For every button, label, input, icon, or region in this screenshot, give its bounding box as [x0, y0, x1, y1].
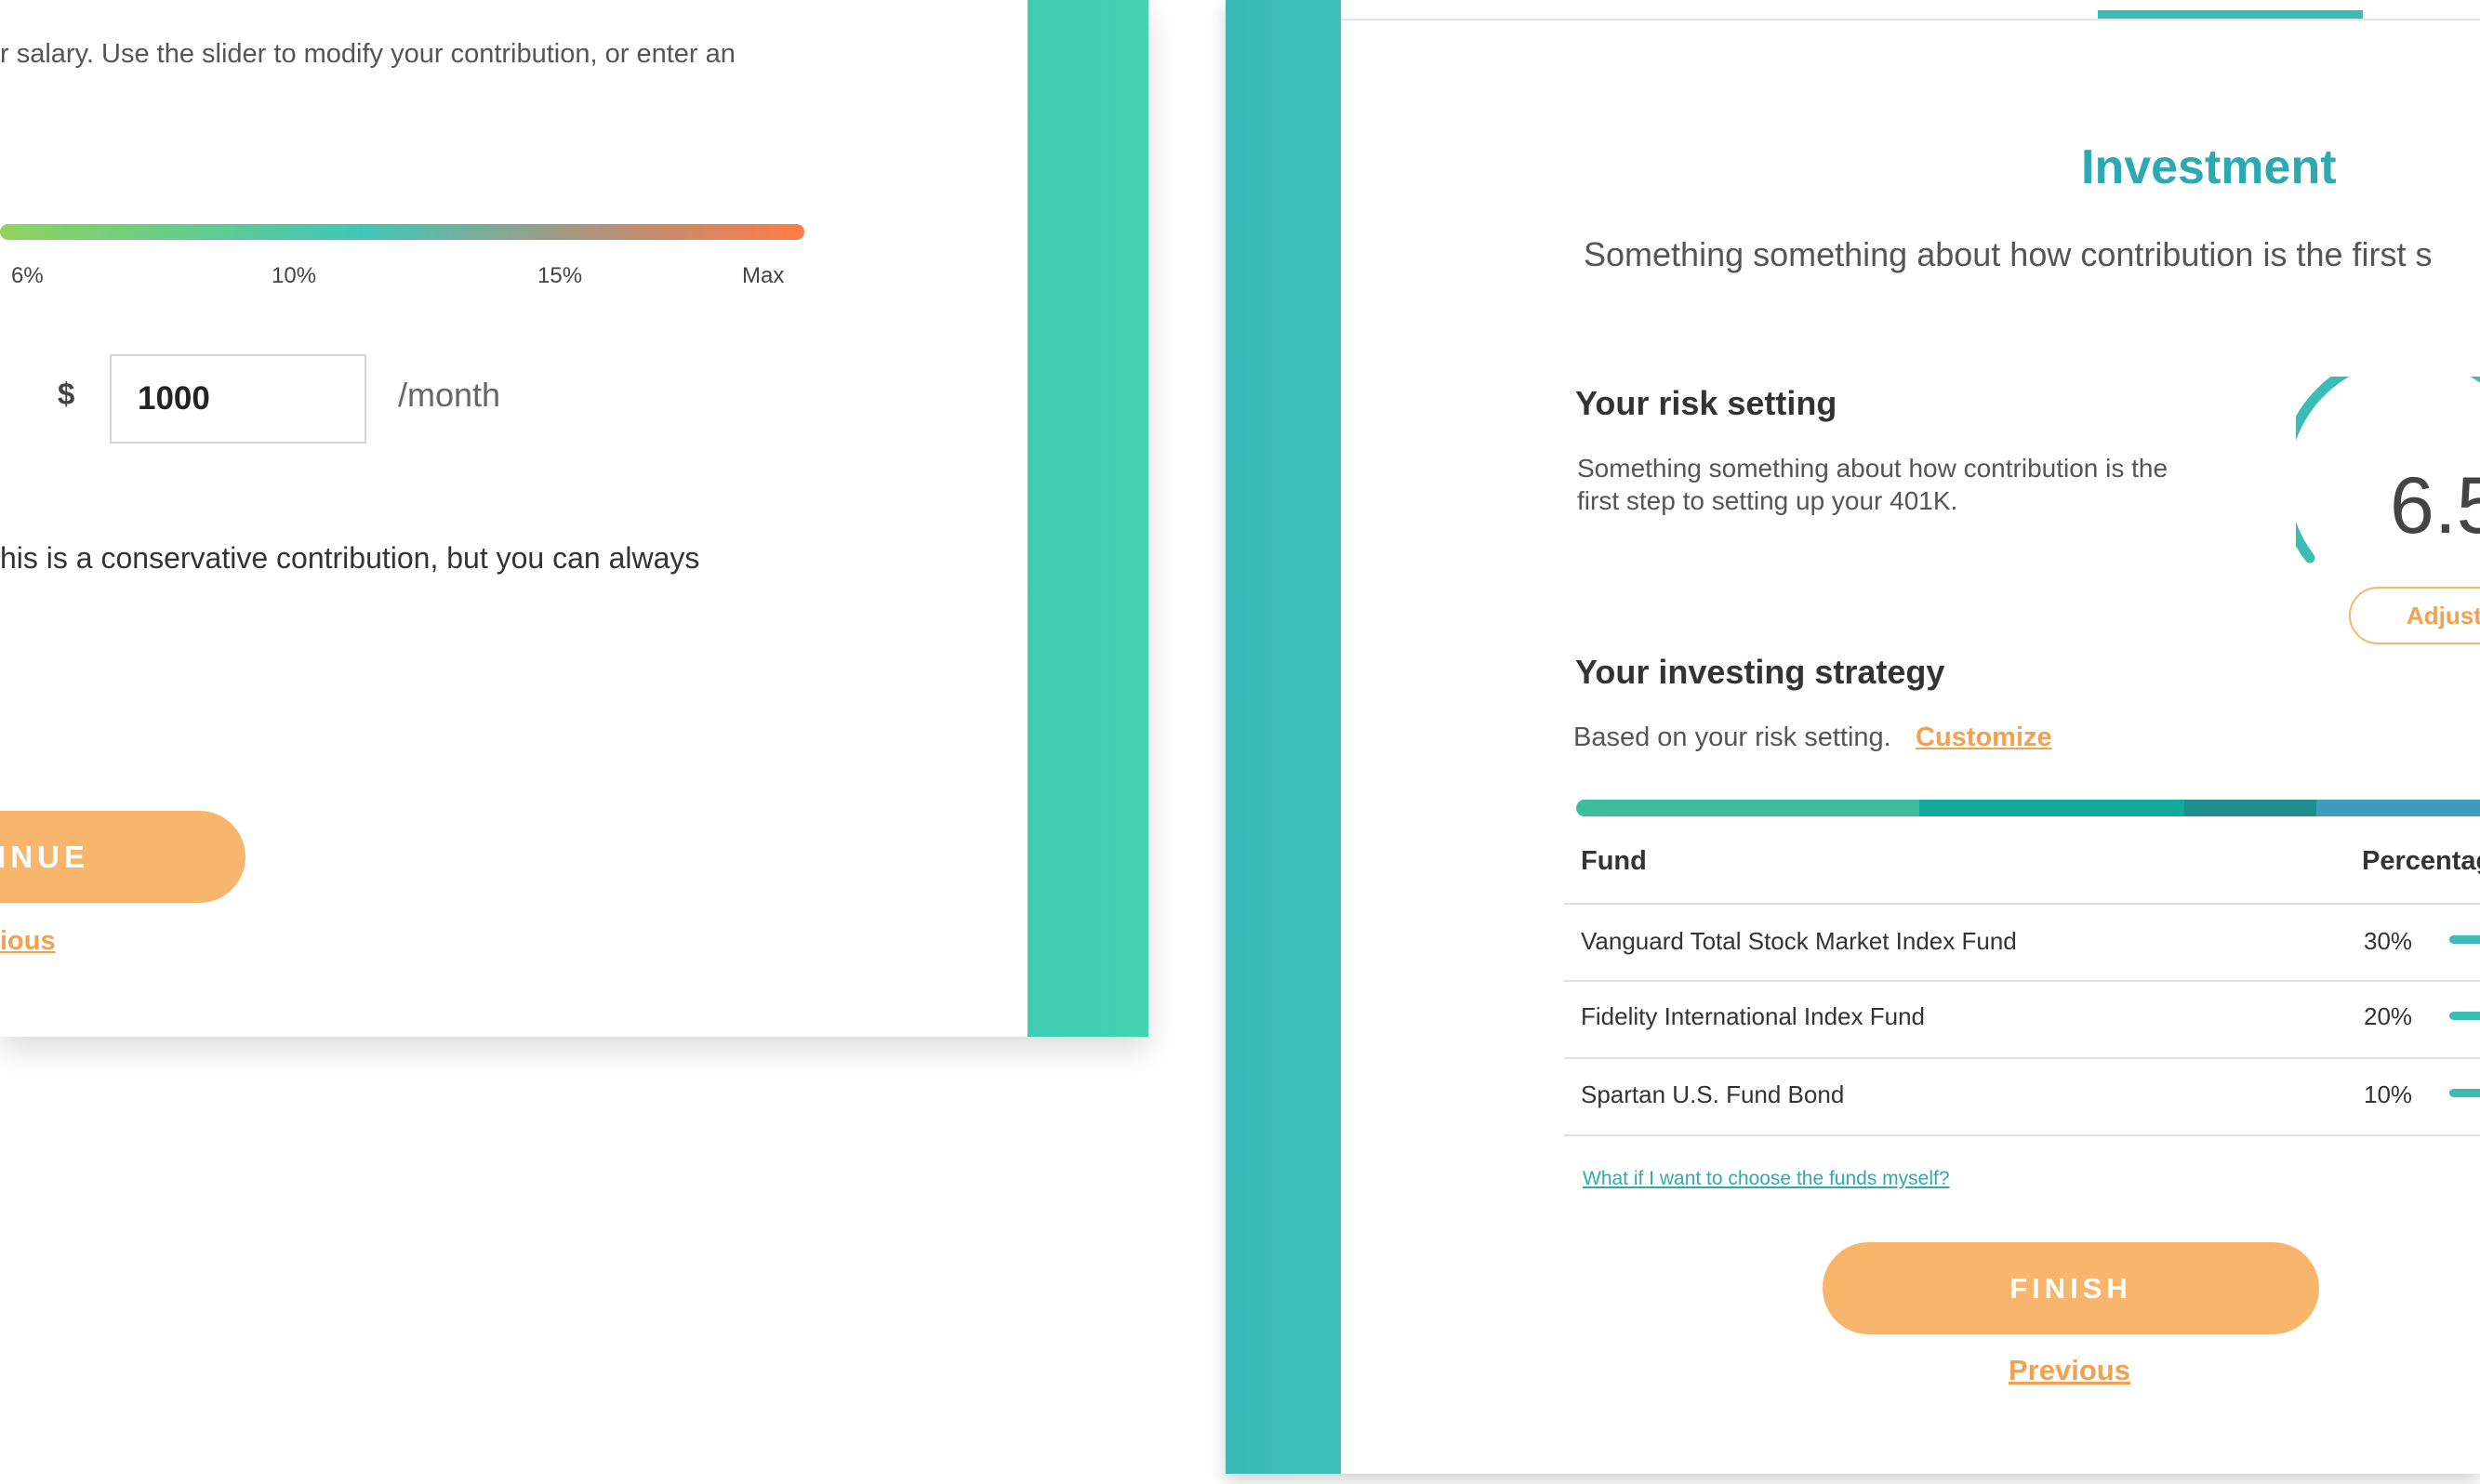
strategy-subtext: Based on your risk setting. [1573, 722, 1891, 752]
investment-card: Investment Something something about how… [1226, 0, 2480, 1474]
step-tabs-divider [1341, 19, 2480, 20]
fund-name: Vanguard Total Stock Market Index Fund [1581, 927, 2017, 955]
contribution-note: his is a conservative contribution, but … [0, 541, 700, 575]
right-card-accent-stripe [1226, 0, 1341, 1474]
continue-button[interactable]: INUE [0, 811, 245, 903]
risk-score-value: 6.5 [2390, 461, 2480, 550]
column-header-fund: Fund [1581, 846, 1647, 876]
fund-name: Spartan U.S. Fund Bond [1581, 1080, 1845, 1108]
page-title: Investment [2081, 140, 2337, 194]
allocation-segment [2184, 800, 2316, 816]
currency-symbol: $ [58, 377, 75, 411]
active-step-indicator [2098, 10, 2363, 19]
customize-link[interactable]: Customize [1916, 722, 2052, 753]
finish-button[interactable]: FINISH [1823, 1242, 2319, 1334]
fund-share-bar [2449, 1012, 2480, 1020]
page-subtitle: Something something about how contributi… [1584, 235, 2433, 273]
fund-percent: 10% [2364, 1080, 2413, 1108]
fund-share-bar [2449, 1089, 2480, 1097]
fund-percent: 20% [2364, 1002, 2413, 1030]
adjust-risk-button[interactable]: Adjust [2349, 587, 2480, 644]
table-divider [1564, 1057, 2480, 1059]
previous-link-left[interactable]: ious [0, 926, 56, 957]
risk-setting-heading: Your risk setting [1575, 384, 1837, 422]
fund-share-bar [2449, 935, 2480, 944]
slider-tick-6: 6% [11, 263, 44, 288]
table-divider [1564, 980, 2480, 982]
allocation-segment [1576, 800, 1919, 816]
left-card-accent-stripe [1028, 0, 1148, 1037]
choose-funds-link[interactable]: What if I want to choose the funds mysel… [1583, 1168, 1950, 1190]
contribution-slider[interactable] [0, 224, 804, 240]
table-divider [1564, 1134, 2480, 1136]
investing-strategy-heading: Your investing strategy [1575, 653, 1945, 691]
previous-link[interactable]: Previous [2009, 1354, 2130, 1387]
amount-unit-label: /month [398, 376, 501, 414]
contribution-card: r salary. Use the slider to modify your … [0, 0, 1148, 1037]
slider-tick-10: 10% [272, 263, 317, 288]
contribution-intro-text: r salary. Use the slider to modify your … [0, 39, 736, 69]
allocation-segment [2316, 800, 2480, 816]
fund-percent: 30% [2364, 927, 2413, 955]
column-header-percentage: Percentag [2362, 846, 2480, 876]
allocation-segment [1919, 800, 2184, 816]
slider-tick-15: 15% [537, 263, 583, 288]
table-divider [1564, 903, 2480, 905]
allocation-bar [1576, 800, 2480, 816]
risk-setting-description: Something something about how contributi… [1577, 454, 2168, 515]
slider-tick-max: Max [742, 263, 785, 288]
fund-name: Fidelity International Index Fund [1581, 1002, 1925, 1030]
contribution-amount-input[interactable] [110, 354, 366, 444]
